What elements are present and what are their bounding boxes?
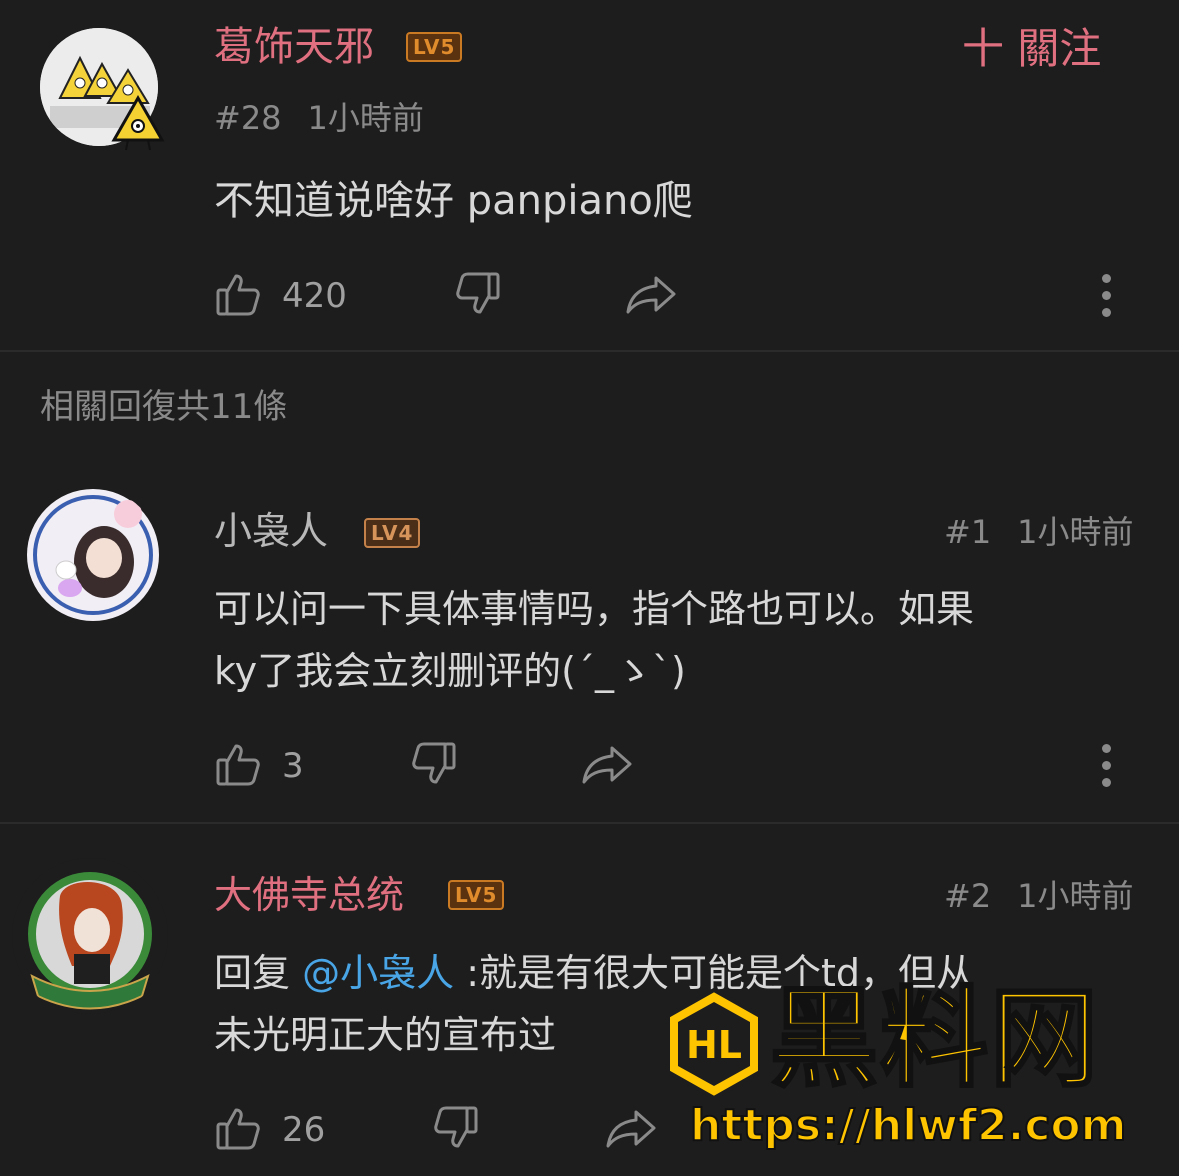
timestamp: 1小時前	[1017, 513, 1134, 551]
like-button[interactable]	[214, 740, 262, 792]
share-button[interactable]	[604, 1106, 658, 1154]
floor-number: #28	[214, 99, 282, 137]
more-vertical-icon[interactable]	[1102, 744, 1112, 795]
timestamp: 1小時前	[1017, 877, 1134, 915]
divider	[0, 822, 1179, 824]
thumbs-up-icon	[216, 1108, 260, 1150]
watermark: HL 黑料网 https://hlwf2.com	[664, 978, 1164, 1158]
avatar[interactable]	[26, 488, 160, 622]
comment-meta: #2 1小時前	[944, 876, 1134, 916]
dislike-button[interactable]	[410, 740, 458, 792]
share-icon	[606, 1110, 656, 1148]
level-badge: LV5	[448, 880, 505, 910]
share-button[interactable]	[580, 742, 634, 790]
thumbs-up-icon	[216, 744, 260, 786]
like-button[interactable]	[214, 270, 262, 322]
username[interactable]: 小袅人	[214, 508, 328, 554]
watermark-title: 黑料网	[768, 977, 1101, 1102]
reply-text-line-2: ky了我会立刻删评的(´_ゝ`)	[214, 649, 686, 693]
share-button[interactable]	[624, 272, 678, 320]
level-badge: LV5	[406, 32, 463, 62]
replies-header: 相關回復共11條	[40, 387, 288, 427]
thumbs-down-icon	[412, 742, 456, 784]
like-count: 26	[282, 1110, 326, 1150]
avatar-image	[27, 489, 159, 621]
more-vertical-icon[interactable]	[1102, 274, 1112, 325]
comment-meta: #28 1小時前	[214, 98, 424, 138]
like-count: 420	[282, 276, 347, 316]
triangle-sticker-icon	[110, 92, 166, 156]
floor-number: #2	[944, 877, 992, 915]
like-count: 3	[282, 746, 304, 786]
username[interactable]: 大佛寺总统	[214, 872, 404, 918]
dislike-button[interactable]	[454, 270, 502, 322]
floor-number: #1	[944, 513, 992, 551]
reply-text-line-2: 未光明正大的宣布过	[214, 1013, 557, 1057]
mention-link[interactable]: @小袅人	[302, 951, 454, 995]
comment-text: 不知道说啥好 panpiano爬	[214, 178, 693, 224]
dislike-button[interactable]	[432, 1104, 480, 1156]
username[interactable]: 葛饰天邪	[214, 24, 374, 70]
share-icon	[582, 746, 632, 784]
watermark-logo-text: HL	[686, 1023, 742, 1067]
thumbs-down-icon	[456, 272, 500, 314]
level-badge: LV4	[364, 518, 421, 548]
watermark-url: https://hlwf2.com	[689, 1099, 1127, 1152]
follow-button[interactable]: 十 關注	[962, 24, 1101, 74]
watermark-logo-icon: HL	[666, 988, 762, 1100]
like-button[interactable]	[214, 1104, 262, 1156]
timestamp: 1小時前	[307, 99, 424, 137]
share-icon	[626, 276, 676, 314]
avatar[interactable]	[10, 856, 170, 1016]
thumbs-up-icon	[216, 274, 260, 316]
comment-meta: #1 1小時前	[944, 512, 1134, 552]
reply-prefix: 回复	[214, 951, 291, 995]
thumbs-down-icon	[434, 1106, 478, 1148]
avatar-image	[12, 858, 168, 1014]
divider	[0, 350, 1179, 352]
reply-text-line-1: 可以问一下具体事情吗，指个路也可以。如果	[214, 587, 975, 631]
